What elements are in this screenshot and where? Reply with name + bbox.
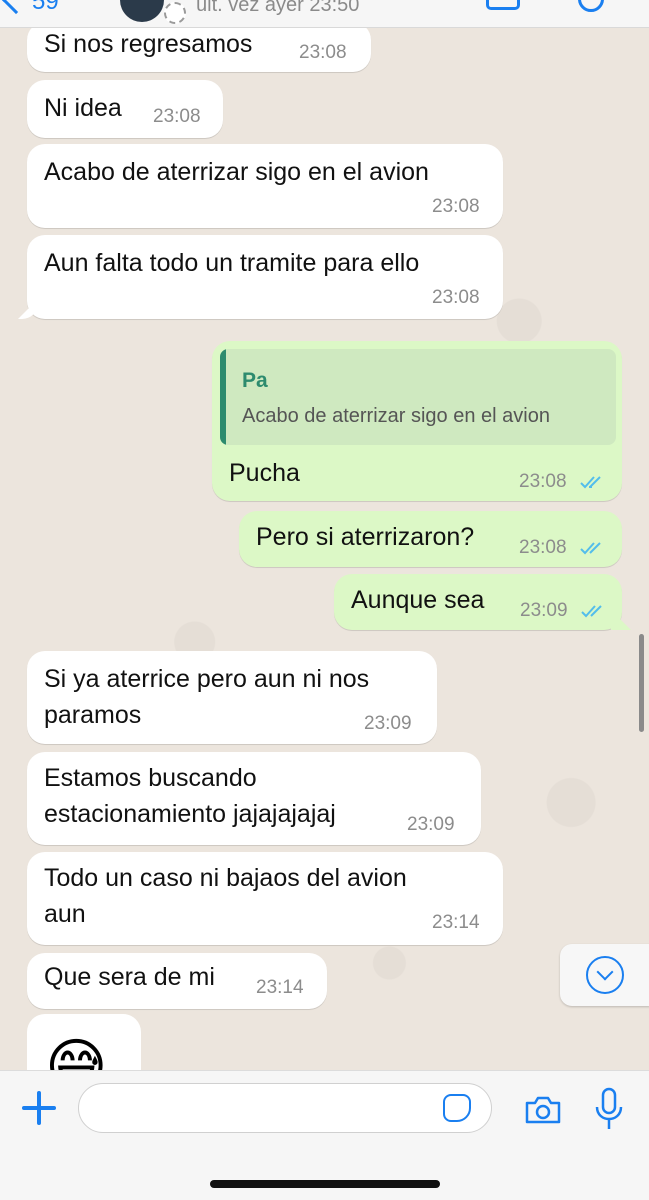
message-text: Que sera de mi bbox=[44, 963, 215, 991]
mic-icon[interactable] bbox=[594, 1087, 624, 1131]
message-time: 23:08 bbox=[153, 106, 201, 127]
message-outgoing[interactable]: Pa Acabo de aterrizar sigo en el avion P… bbox=[212, 341, 622, 501]
last-seen-status: últ. vez ayer 23:50 bbox=[196, 0, 360, 16]
sticker-icon[interactable] bbox=[443, 1094, 471, 1122]
message-time: 23:08 bbox=[519, 537, 567, 558]
message-time: 23:08 bbox=[299, 42, 347, 63]
message-text-line: Si ya aterrice pero aun ni nos bbox=[44, 665, 370, 693]
message-text-line: aun bbox=[44, 900, 86, 928]
message-input[interactable] bbox=[78, 1083, 492, 1133]
plus-icon[interactable] bbox=[22, 1091, 56, 1125]
scroll-to-bottom-button[interactable] bbox=[560, 944, 649, 1006]
message-time: 23:14 bbox=[256, 977, 304, 998]
video-call-icon[interactable] bbox=[486, 0, 520, 10]
message-text: Acabo de aterrizar sigo en el avion bbox=[44, 158, 429, 186]
quoted-text: Acabo de aterrizar sigo en el avion bbox=[242, 405, 550, 427]
message-incoming[interactable]: Si ya aterrice pero aun ni nos paramos 2… bbox=[27, 651, 437, 744]
back-chevron-icon[interactable] bbox=[1, 0, 31, 15]
read-ticks-icon bbox=[581, 605, 602, 618]
chat-area[interactable]: 59 últ. vez ayer 23:50 Si nos regresamos… bbox=[0, 0, 649, 1070]
message-text-line: Todo un caso ni bajaos del avion bbox=[44, 864, 407, 892]
chat-header: 59 últ. vez ayer 23:50 bbox=[0, 0, 649, 28]
message-text-line: paramos bbox=[44, 701, 142, 729]
status-ring-icon bbox=[164, 2, 186, 24]
avatar[interactable] bbox=[120, 0, 164, 22]
message-incoming[interactable]: Todo un caso ni bajaos del avion aun 23:… bbox=[27, 852, 503, 945]
message-text: Ni idea bbox=[44, 94, 122, 122]
message-time: 23:09 bbox=[364, 713, 412, 734]
input-bar bbox=[0, 1070, 649, 1200]
message-outgoing[interactable]: Aunque sea 23:09 bbox=[334, 574, 622, 630]
message-incoming[interactable]: Si nos regresamos 23:08 bbox=[27, 22, 371, 72]
message-incoming[interactable]: Aun falta todo un tramite para ello 23:0… bbox=[27, 235, 503, 319]
message-incoming[interactable]: Ni idea 23:08 bbox=[27, 80, 223, 138]
message-outgoing[interactable]: Pero si aterrizaron? 23:08 bbox=[239, 511, 622, 567]
message-time: 23:08 bbox=[519, 471, 567, 492]
message-time: 23:08 bbox=[432, 287, 480, 308]
back-unread-count[interactable]: 59 bbox=[32, 0, 59, 16]
camera-icon[interactable] bbox=[524, 1095, 562, 1125]
home-indicator bbox=[210, 1180, 440, 1188]
message-incoming-emoji[interactable]: 😅 bbox=[27, 1014, 141, 1070]
message-time: 23:14 bbox=[432, 912, 480, 933]
message-text-line: estacionamiento jajajajajaj bbox=[44, 800, 336, 828]
message-text-line: Estamos buscando bbox=[44, 764, 257, 792]
message-time: 23:09 bbox=[520, 600, 568, 621]
message-time: 23:08 bbox=[432, 196, 480, 217]
quote-accent-bar bbox=[220, 349, 226, 445]
read-ticks-icon bbox=[580, 476, 601, 489]
message-text: Aun falta todo un tramite para ello bbox=[44, 249, 420, 277]
message-incoming[interactable]: Que sera de mi 23:14 bbox=[27, 953, 327, 1009]
scrollbar[interactable] bbox=[639, 634, 644, 732]
message-text: Pucha bbox=[229, 459, 300, 487]
message-text: Pero si aterrizaron? bbox=[256, 523, 475, 551]
quoted-sender: Pa bbox=[242, 369, 268, 392]
message-text: Aunque sea bbox=[351, 586, 485, 614]
message-text: Si nos regresamos bbox=[44, 30, 253, 58]
read-ticks-icon bbox=[580, 542, 601, 555]
quoted-reply[interactable]: Pa Acabo de aterrizar sigo en el avion bbox=[220, 349, 616, 445]
message-incoming[interactable]: Acabo de aterrizar sigo en el avion 23:0… bbox=[27, 144, 503, 228]
message-incoming[interactable]: Estamos buscando estacionamiento jajajaj… bbox=[27, 752, 481, 845]
voice-call-icon[interactable] bbox=[578, 0, 604, 12]
message-time: 23:09 bbox=[407, 814, 455, 835]
chevron-down-circle-icon bbox=[586, 956, 624, 994]
sweat-smile-emoji: 😅 bbox=[45, 1033, 108, 1070]
